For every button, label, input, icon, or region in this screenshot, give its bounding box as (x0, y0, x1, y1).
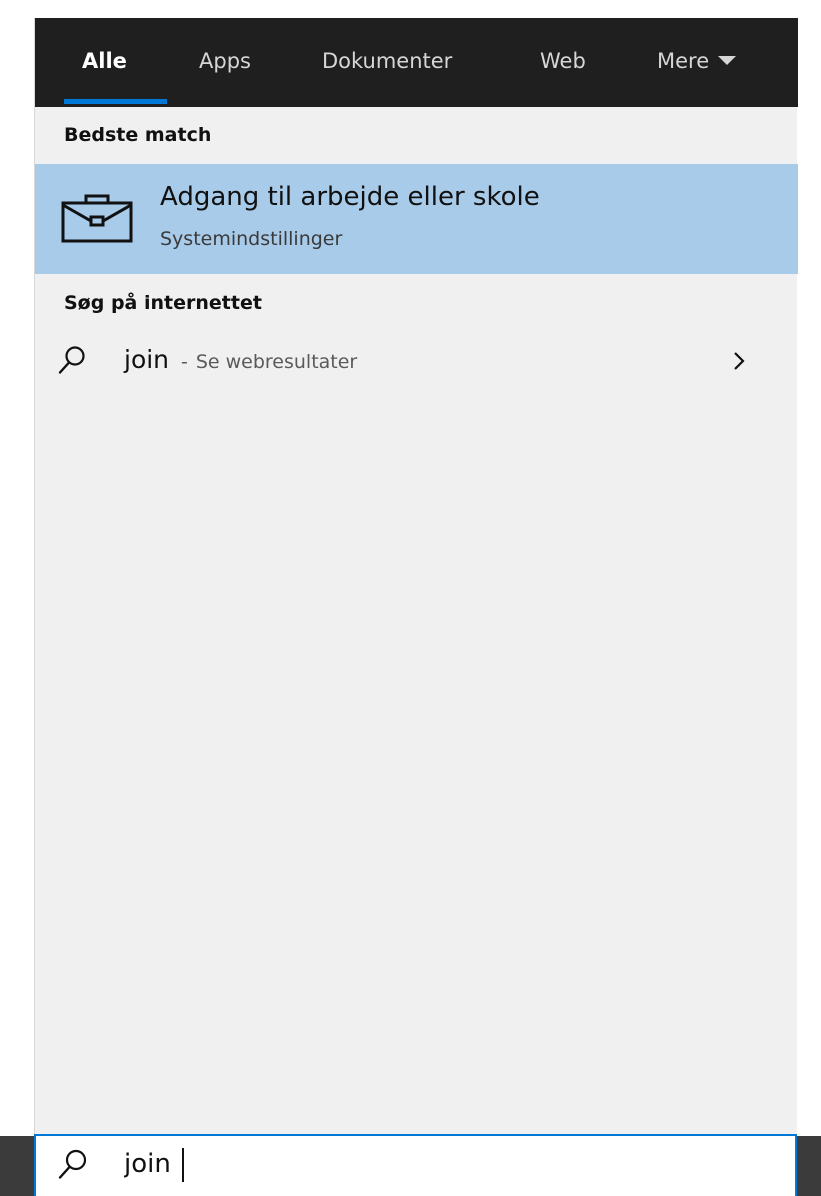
best-match-subtitle: Systemindstillinger (160, 228, 343, 250)
background-top (0, 0, 821, 18)
tab-web[interactable]: Web (540, 18, 586, 107)
web-search-heading: Søg på internettet (64, 292, 262, 314)
search-icon (58, 1149, 87, 1179)
web-search-result[interactable]: join - Se webresultater (35, 335, 798, 393)
briefcase-icon (61, 194, 133, 243)
background-left (0, 0, 34, 1196)
tab-apps[interactable]: Apps (199, 18, 251, 107)
text-cursor (182, 1148, 184, 1182)
web-search-text: join - Se webresultater (124, 345, 357, 374)
tab-more[interactable]: Mere (657, 18, 737, 107)
chevron-right-icon[interactable] (731, 347, 749, 375)
search-input[interactable] (124, 1144, 684, 1184)
caret-down-icon (718, 55, 737, 65)
web-search-separator: - (181, 351, 188, 373)
search-tabbar: Alle Apps Dokumenter Web Mere (35, 18, 798, 107)
tab-documents[interactable]: Dokumenter (322, 18, 452, 107)
taskbar-search-box[interactable] (34, 1134, 797, 1196)
best-match-result[interactable]: Adgang til arbejde eller skole Systemind… (35, 164, 798, 274)
search-icon (58, 346, 85, 374)
web-search-query: join (124, 345, 170, 374)
tab-more-label: Mere (657, 49, 710, 73)
active-tab-indicator (64, 99, 167, 104)
tab-all[interactable]: Alle (82, 18, 127, 107)
search-results-panel: Alle Apps Dokumenter Web Mere Bedste mat… (34, 18, 798, 1136)
best-match-heading: Bedste match (64, 124, 212, 146)
web-search-hint: Se webresultater (195, 351, 358, 373)
background-right (797, 0, 821, 1196)
best-match-title: Adgang til arbejde eller skole (160, 182, 540, 212)
